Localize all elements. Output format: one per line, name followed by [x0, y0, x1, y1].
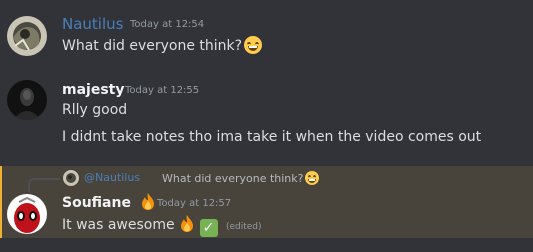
message-text: What did everyone think?	[62, 36, 263, 56]
timestamp: Today at 12:55	[125, 85, 200, 96]
reply-connector	[28, 178, 60, 192]
avatar[interactable]	[7, 80, 47, 120]
reply-avatar[interactable]	[63, 170, 79, 186]
message-line: It was awesome	[62, 217, 175, 233]
message-line: What did everyone think?	[62, 38, 243, 54]
reply-author-mention[interactable]: @Nautilus	[84, 171, 140, 184]
author-name[interactable]: Soufiane	[62, 192, 156, 212]
fire-icon	[181, 215, 194, 232]
message-line: I didnt take notes tho ima take it when …	[62, 129, 482, 145]
message-text: It was awesome ✓ (edited)	[62, 214, 262, 237]
reply-preview-line: What did everyone think?	[162, 172, 304, 185]
author-name-text: Soufiane	[62, 195, 131, 211]
avatar[interactable]	[7, 194, 47, 234]
author-name[interactable]: majesty	[62, 81, 124, 99]
avatar[interactable]	[7, 16, 47, 56]
grinning-emoji-icon	[305, 171, 320, 185]
edited-label: (edited)	[225, 222, 262, 232]
timestamp: Today at 12:57	[157, 198, 232, 209]
grinning-emoji-icon	[244, 36, 263, 54]
timestamp: Today at 12:54	[130, 19, 205, 30]
check-mark-icon: ✓	[199, 219, 218, 237]
fire-icon	[141, 193, 154, 210]
reply-preview-text[interactable]: What did everyone think?	[162, 171, 320, 185]
author-name[interactable]: Nautilus	[62, 15, 123, 33]
message-line: Rlly good	[62, 102, 128, 118]
